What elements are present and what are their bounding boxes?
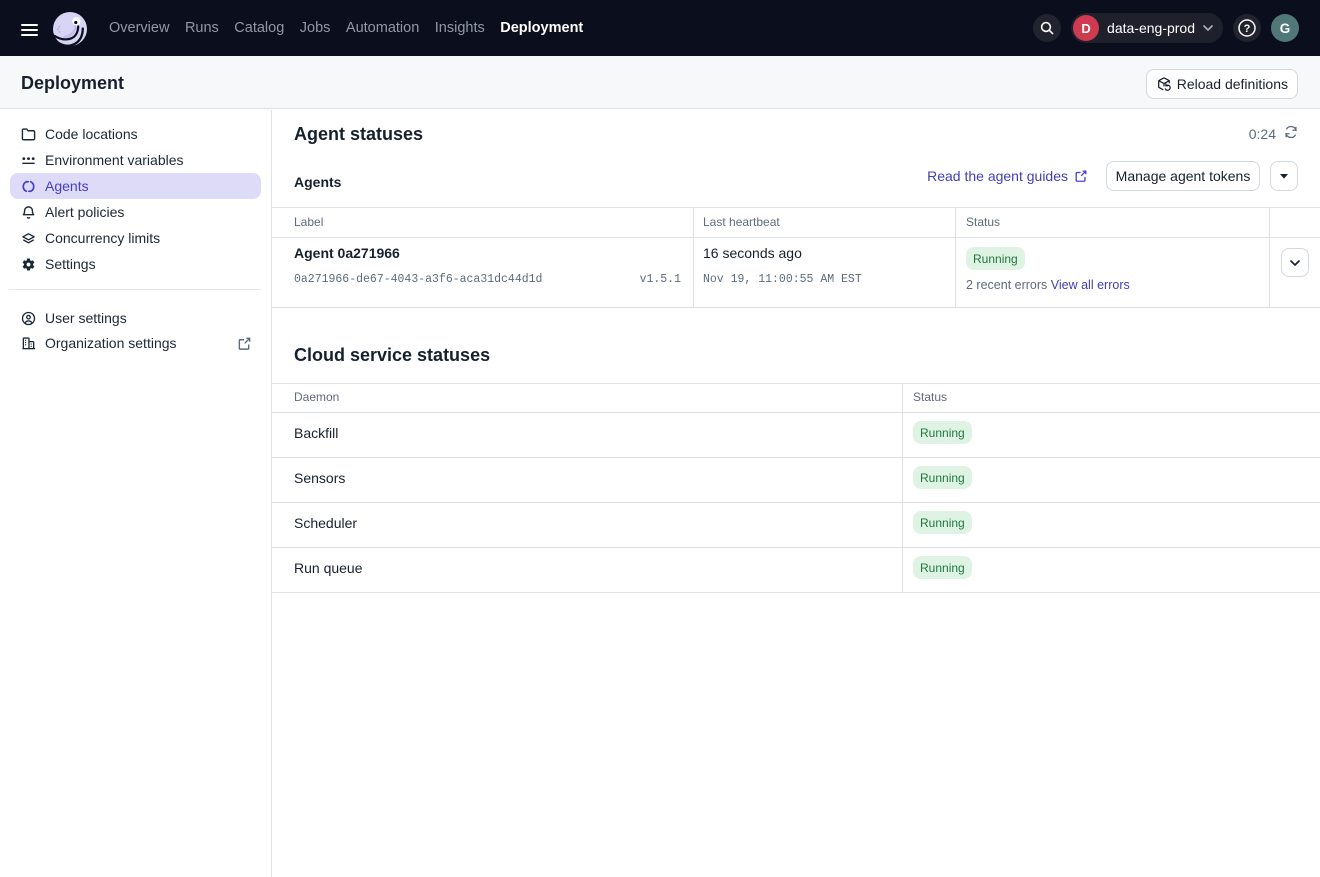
svg-text:?: ? bbox=[1244, 23, 1251, 35]
